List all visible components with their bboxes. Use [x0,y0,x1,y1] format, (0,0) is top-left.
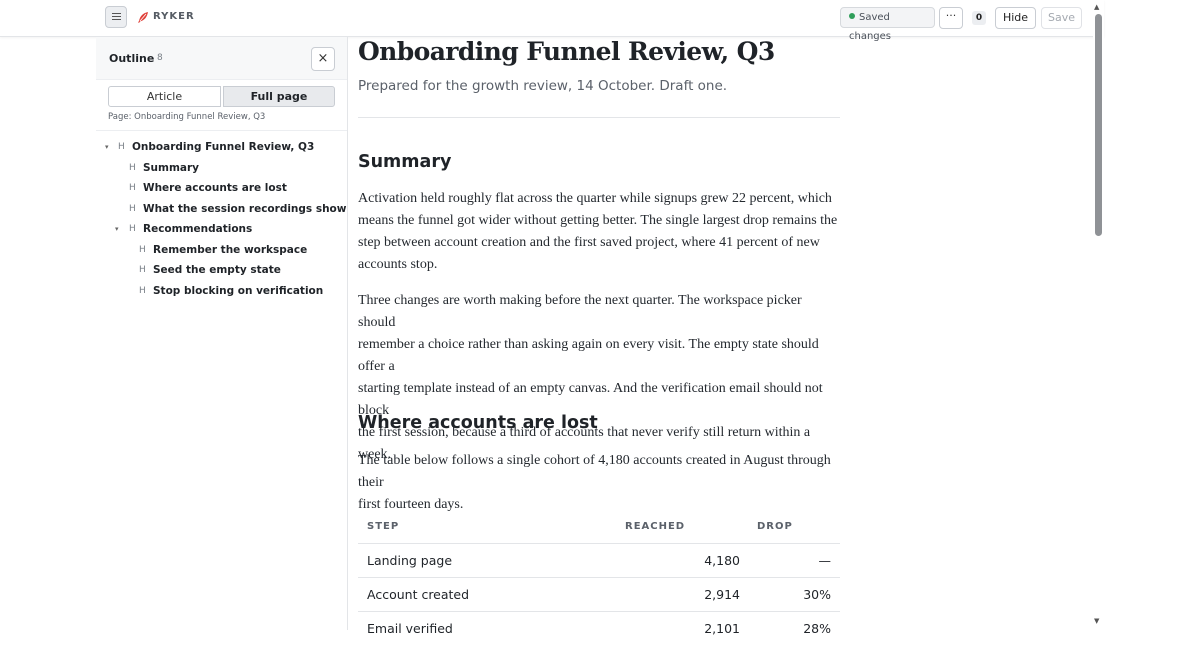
text-line: first fourteen days. [358,497,464,512]
outline-title: Outline [109,52,155,65]
lost-paragraph: The table below follows a single cohort … [358,450,840,516]
outline-item-label: Recommendations [143,223,253,235]
close-icon: × [317,51,329,66]
outline-item-label: Onboarding Funnel Review, Q3 [132,141,315,153]
summary-paragraph-2: Three changes are worth making before th… [358,290,840,466]
outline-page-label: Page: Onboarding Funnel Review, Q3 [108,112,266,122]
column-header-drop: DROP [757,521,793,532]
heading-marker-icon: H [118,142,125,152]
heading-marker-icon: H [139,245,146,255]
outline-item-label: Remember the workspace [153,244,308,256]
mode-full-page-tab[interactable]: Full page [223,86,335,107]
close-outline-button[interactable]: × [311,47,335,71]
heading-marker-icon: H [129,204,136,214]
text-line: accounts stop. [358,257,438,272]
outline-item-label: Where accounts are lost [143,182,287,194]
scroll-down-arrow-icon[interactable]: ▼ [1094,617,1099,625]
text-line: step between account creation and the fi… [358,235,820,250]
menu-toggle-button[interactable] [105,6,127,28]
cell-drop: — [818,553,832,568]
column-header-reached: REACHED [625,521,686,532]
outline-divider [96,130,347,131]
saved-status-text: Saved changes [849,12,892,42]
top-toolbar: RYKER Saved changes ··· 0 Hide Save [0,0,1104,42]
status-dot-icon [849,13,855,19]
text-line: The table below follows a single cohort … [358,453,831,490]
brand-name: RYKER [153,11,195,22]
table-row: Account created 2,914 30% [358,577,840,612]
heading-marker-icon: H [139,286,146,296]
feather-logo-icon [138,12,148,23]
collapse-toggle-icon[interactable]: ▾ [115,225,119,233]
outline-item-label: Summary [143,162,200,174]
cell-reached: 2,914 [704,587,740,602]
document-title: Onboarding Funnel Review, Q3 [358,37,775,66]
scrollbar-thumb[interactable] [1095,14,1102,236]
scroll-up-arrow-icon[interactable]: ▲ [1094,3,1099,11]
cell-drop: 28% [803,621,831,636]
heading-marker-icon: H [129,183,136,193]
text-line: means the funnel got wider without getti… [358,213,838,228]
table-row: Landing page 4,180 — [358,543,840,578]
outline-sidebar: Outline 8 × Article Full page Page: Onbo… [96,37,348,630]
outline-item-label: What the session recordings show [143,203,347,215]
cell-step: Account created [367,587,470,602]
more-options-button[interactable]: ··· [939,7,963,29]
title-divider [358,117,840,118]
column-header-step: STEP [367,521,400,532]
outline-header: Outline 8 × [96,37,347,80]
cell-step: Landing page [367,553,453,568]
cell-drop: 30% [803,587,831,602]
summary-paragraph-1: Activation held roughly flat across the … [358,188,840,276]
heading-where-accounts-are-lost: Where accounts are lost [358,413,598,433]
outline-count: 8 [157,53,163,63]
document-subtitle: Prepared for the growth review, 14 Octob… [358,78,728,94]
saved-status-badge: Saved changes [840,7,935,42]
heading-marker-icon: H [129,224,136,234]
menu-icon [112,13,121,22]
text-line: Three changes are worth making before th… [358,293,802,330]
cell-step: Email verified [367,621,453,636]
table-row: Email verified 2,101 28% [358,611,840,646]
hide-button[interactable]: Hide [995,7,1036,29]
heading-marker-icon: H [129,163,136,173]
heading-summary: Summary [358,152,452,172]
save-button[interactable]: Save [1041,7,1082,29]
mode-article-tab[interactable]: Article [108,86,221,107]
count-badge: 0 [972,11,986,25]
outline-item-label: Stop blocking on verification [153,285,324,297]
heading-marker-icon: H [139,265,146,275]
cell-reached: 2,101 [704,621,740,636]
text-line: Activation held roughly flat across the … [358,191,832,206]
collapse-toggle-icon[interactable]: ▾ [105,143,109,151]
outline-item-label: Seed the empty state [153,264,281,276]
cell-reached: 4,180 [704,553,740,568]
text-line: remember a choice rather than asking aga… [358,337,819,374]
